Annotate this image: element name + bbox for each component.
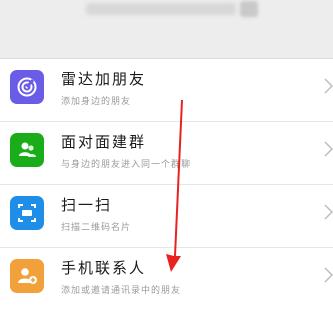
list-item-face-to-face-group[interactable]: 面对面建群 与身边的朋友进入同一个群聊: [0, 122, 333, 185]
item-subtitle: 添加身边的朋友: [61, 97, 132, 107]
radar-icon: [10, 70, 44, 104]
item-title: 雷达加朋友: [61, 70, 147, 88]
contacts-icon: [10, 259, 44, 293]
item-subtitle: 与身边的朋友进入同一个群聊: [61, 160, 192, 170]
item-title: 手机联系人: [61, 259, 147, 277]
list-item-radar[interactable]: 雷达加朋友 添加身边的朋友: [0, 59, 333, 122]
item-title: 面对面建群: [61, 133, 147, 151]
chevron-right-icon: [324, 141, 333, 157]
search-bar-blurred[interactable]: [86, 3, 236, 15]
chevron-right-icon: [324, 78, 333, 94]
face-to-face-icon: [10, 133, 44, 167]
add-friends-options-list: 雷达加朋友 添加身边的朋友 面对面建群 与身边的朋友进入同一个群聊 扫一扫 扫描…: [0, 59, 333, 310]
chevron-right-icon: [324, 267, 333, 283]
list-item-scan[interactable]: 扫一扫 扫描二维码名片: [0, 185, 333, 248]
list-item-phone-contacts[interactable]: 手机联系人 添加或邀请通讯录中的朋友: [0, 248, 333, 310]
chevron-right-icon: [324, 204, 333, 220]
item-subtitle: 扫描二维码名片: [61, 223, 132, 233]
item-title: 扫一扫: [61, 196, 113, 214]
scan-icon: [10, 196, 44, 230]
search-button-blurred[interactable]: [240, 1, 258, 17]
top-bar: [0, 0, 333, 59]
item-subtitle: 添加或邀请通讯录中的朋友: [61, 286, 182, 296]
